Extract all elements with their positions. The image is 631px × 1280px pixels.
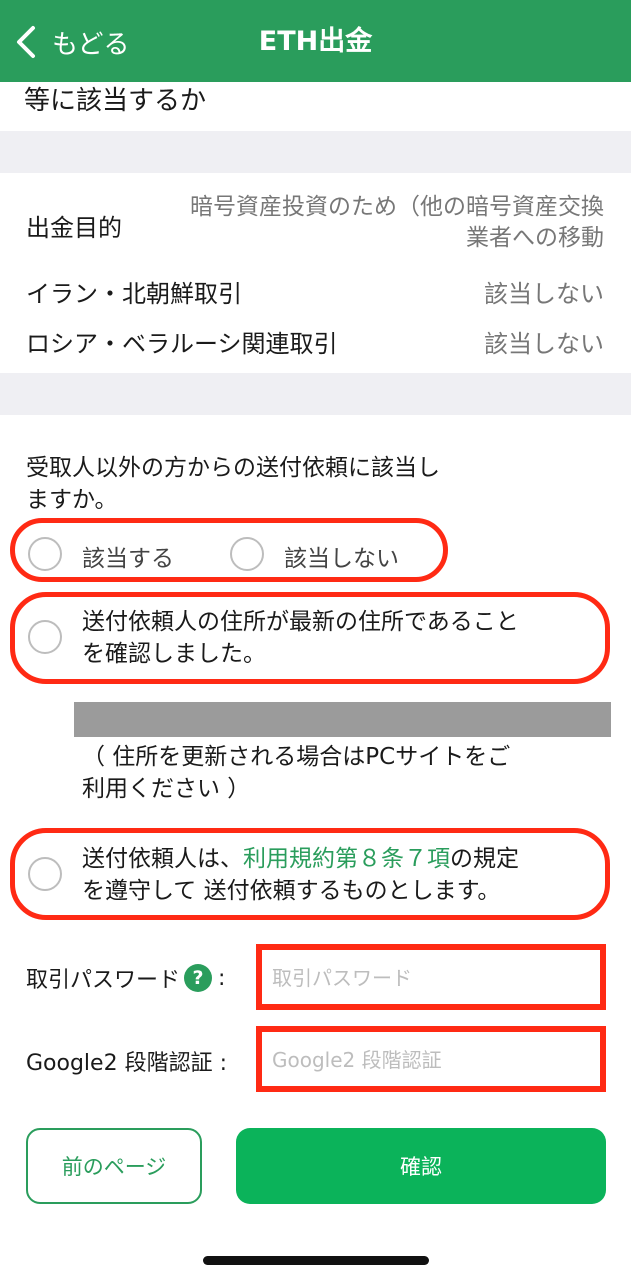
google-auth-input[interactable] [270, 1038, 594, 1082]
russia-value: 該当しない [484, 330, 604, 358]
google-auth-label: Google2 段階認証 : [26, 1051, 227, 1076]
option-no-label: 該当しない [284, 546, 399, 572]
address-note-line2: 利用ください ） [82, 776, 251, 802]
address-note-line1: （ 住所を更新される場合はPCサイトをご [82, 744, 511, 770]
purpose-label: 出金目的 [26, 214, 122, 242]
confirm-button[interactable]: 確認 [236, 1128, 606, 1204]
purpose-value-line2: 業者への移動 [466, 225, 604, 251]
confirm-address-line1: 送付依頼人の住所が最新の住所であること [82, 609, 519, 635]
radio-yes[interactable] [28, 537, 62, 571]
password-field-label: 取引パスワード ? : [26, 962, 225, 994]
section-divider [0, 373, 631, 415]
password-colon: : [218, 965, 226, 991]
russia-row: ロシア・ベラルーシ関連取引 該当しない [26, 324, 604, 359]
terms-line1: 送付依頼人は、利用規約第８条７項の規定 [82, 843, 519, 875]
password-input-box [256, 944, 606, 1010]
iran-label: イラン・北朝鮮取引 [26, 280, 242, 308]
app-header: もどる ETH出金 [0, 0, 631, 82]
previous-page-button[interactable]: 前のページ [26, 1128, 202, 1204]
confirm-address-checkbox[interactable] [28, 620, 62, 654]
radio-no[interactable] [230, 537, 264, 571]
terms-prefix: 送付依頼人は、 [82, 846, 243, 872]
confirm-address-line2: を確認しました。 [82, 641, 266, 667]
home-indicator [203, 1256, 429, 1265]
iran-value: 該当しない [484, 280, 604, 308]
help-icon[interactable]: ? [184, 964, 213, 992]
terms-link[interactable]: 利用規約第８条７項 [243, 846, 450, 872]
terms-line2: を遵守して 送付依頼するものとします。 [82, 878, 501, 904]
terms-text: 送付依頼人は、利用規約第８条７項の規定 を遵守して 送付依頼するものとします。 [82, 843, 519, 907]
password-label-text: 取引パスワード [26, 968, 181, 993]
previous-section-tail: 等に該当するか [24, 86, 207, 116]
redacted-area [74, 702, 611, 737]
terms-suffix: の規定 [450, 846, 519, 872]
option-yes-label: 該当する [82, 546, 174, 572]
section-divider [0, 131, 631, 173]
google-auth-input-box [256, 1026, 606, 1092]
question-line1: 受取人以外の方からの送付依頼に該当し [26, 455, 440, 481]
third-party-question: 受取人以外の方からの送付依頼に該当し ますか。 [26, 452, 536, 516]
russia-label: ロシア・ベラルーシ関連取引 [26, 330, 338, 358]
purpose-value-line1: 暗号資産投資のため（他の暗号資産交換 [190, 194, 604, 220]
terms-agree-checkbox[interactable] [28, 857, 62, 891]
iran-row: イラン・北朝鮮取引 該当しない [26, 274, 604, 309]
password-input[interactable] [270, 956, 594, 1000]
confirm-address-text: 送付依頼人の住所が最新の住所であること を確認しました。 [82, 606, 519, 670]
question-line2: ますか。 [26, 487, 118, 513]
page-title: ETH出金 [258, 26, 373, 57]
address-update-note: （ 住所を更新される場合はPCサイトをご 利用ください ） [82, 741, 510, 805]
purpose-value: 暗号資産投資のため（他の暗号資産交換 業者への移動 [144, 192, 604, 254]
